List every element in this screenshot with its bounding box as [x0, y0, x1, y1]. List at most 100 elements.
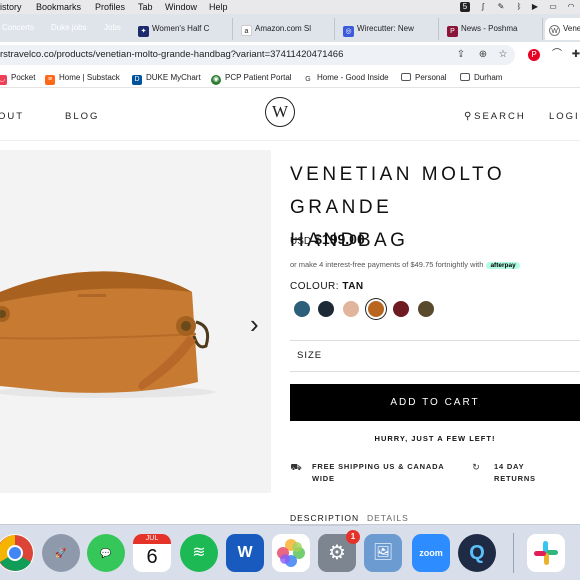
tab-group-duke-jobs[interactable]: Duke jobs: [46, 21, 92, 34]
bookmark-duke-mychart[interactable]: D DUKE MyChart: [132, 68, 201, 88]
tab-label: Women's Half C: [152, 24, 210, 33]
url-text[interactable]: rstravelco.co/products/venetian-molto-gr…: [0, 45, 343, 65]
swatch-teal[interactable]: [294, 301, 310, 317]
bookmark-label: Home | Substack: [59, 73, 120, 82]
bookmark-label: DUKE MyChart: [146, 73, 201, 82]
battery-icon[interactable]: ▭: [545, 2, 561, 12]
bookmark-pocket[interactable]: ◡ Pocket: [0, 68, 35, 88]
calendar-icon[interactable]: JUL 6: [133, 534, 171, 572]
colour-value: TAN: [342, 281, 364, 292]
afterpay-badge[interactable]: afterpay: [486, 262, 520, 269]
returns-icon: ↻: [472, 462, 480, 472]
free-shipping-text: FREE SHIPPING US & CANADA WIDE: [312, 462, 445, 483]
toolbar: rstravelco.co/products/venetian-molto-gr…: [0, 42, 580, 68]
size-selector[interactable]: SIZE: [290, 340, 580, 372]
bookmark-star-icon[interactable]: ☆: [497, 49, 509, 61]
bookmark-label: Pocket: [11, 73, 36, 82]
menu-window[interactable]: Window: [165, 0, 197, 14]
word-icon[interactable]: W: [226, 534, 264, 572]
bookmark-label: Personal: [415, 73, 447, 82]
tab-group-jobs[interactable]: Jobs: [99, 21, 126, 34]
price-currency: USD: [290, 236, 312, 247]
slack-icon[interactable]: [527, 534, 565, 572]
amazon-icon: a: [241, 25, 252, 36]
colour-label-text: COLOUR:: [290, 281, 340, 292]
stock-warning: HURRY, JUST A FEW LEFT!: [374, 434, 496, 443]
bookmark-label: PCP Patient Portal: [225, 73, 292, 82]
nav-login[interactable]: LOGIN: [549, 111, 580, 122]
nav-blog[interactable]: BLOG: [65, 111, 99, 122]
w-logo-icon: W: [549, 25, 560, 36]
pinterest-icon[interactable]: P: [528, 49, 540, 61]
wifi-icon[interactable]: ◠: [566, 2, 576, 12]
share-icon[interactable]: ⇪: [455, 49, 467, 61]
bookmark-substack[interactable]: ≡ Home | Substack: [45, 68, 120, 88]
menu-bookmarks[interactable]: Bookmarks: [36, 0, 81, 14]
extension-icon[interactable]: ⊕: [477, 49, 489, 61]
tab-wirecutter[interactable]: ◎ Wirecutter: New: [339, 18, 439, 40]
bookmark-pcp-portal[interactable]: ◉ PCP Patient Portal: [211, 68, 292, 88]
stylus-icon[interactable]: ∫: [478, 2, 488, 12]
browser-window: istory Bookmarks Profiles Tab Window Hel…: [0, 0, 580, 580]
swatch-blush[interactable]: [343, 301, 359, 317]
product-price: USD $199.00: [290, 231, 365, 249]
portal-icon: ◉: [211, 75, 221, 85]
arc-icon[interactable]: ⌒: [551, 49, 563, 61]
calendar-day: 6: [146, 546, 158, 568]
pencil-icon[interactable]: ✎: [496, 2, 506, 12]
messages-icon[interactable]: 💬: [87, 534, 125, 572]
nav-about[interactable]: OUT: [0, 111, 24, 122]
5-badge-icon[interactable]: 5: [460, 2, 470, 12]
site-header: OUT BLOG W ⚲ SEARCH LOGIN: [0, 89, 580, 141]
tab-details[interactable]: DETAILS: [367, 513, 409, 523]
next-image-arrow-icon[interactable]: ›: [250, 309, 270, 339]
tab-poshmark[interactable]: P News - Poshma: [443, 18, 543, 40]
colour-label: COLOUR: TAN: [290, 281, 364, 292]
zoom-icon[interactable]: zoom: [412, 534, 450, 572]
swatch-olive[interactable]: [418, 301, 434, 317]
play-icon[interactable]: ▶: [530, 2, 540, 12]
add-to-cart-button[interactable]: ADD TO CART: [290, 384, 580, 421]
menu-history[interactable]: istory: [0, 0, 22, 14]
bookmark-folder-durham[interactable]: Durham: [460, 68, 502, 88]
photos-icon[interactable]: [272, 534, 310, 572]
photos-pinwheel: [277, 539, 305, 567]
folder-icon: [401, 73, 411, 81]
bird-icon: ✦: [138, 26, 149, 37]
notification-badge: 1: [346, 530, 360, 544]
puzzle-icon[interactable]: ✚: [570, 49, 580, 61]
bookmark-label: Home - Good Inside: [317, 73, 389, 82]
tab-label: Wirecutter: New: [357, 24, 414, 33]
tab-group-concerts[interactable]: Concerts: [0, 21, 39, 34]
tab-womens-half[interactable]: ✦ Women's Half C: [133, 18, 233, 40]
dock-separator: [513, 533, 514, 573]
site-logo[interactable]: W: [265, 97, 295, 127]
swatch-navy[interactable]: [318, 301, 334, 317]
pocket-icon: ◡: [0, 75, 7, 85]
slack-logo: [534, 541, 558, 565]
swatch-tan-selected[interactable]: [368, 301, 384, 317]
quicktime-icon[interactable]: Q: [458, 534, 496, 572]
tab-amazon[interactable]: a Amazon.com Sl: [237, 18, 335, 40]
nav-search[interactable]: ⚲ SEARCH: [464, 111, 526, 122]
launchpad-icon[interactable]: 🚀: [42, 534, 80, 572]
menu-tab[interactable]: Tab: [138, 0, 153, 14]
tab-strip: Concerts Duke jobs Jobs ✦ Women's Half C …: [0, 14, 580, 42]
preview-icon[interactable]: 🖼: [364, 534, 402, 572]
bluetooth-icon[interactable]: ᛒ: [514, 2, 524, 12]
afterpay-message: or make 4 interest-free payments of $49.…: [290, 260, 520, 269]
tab-label: Amazon.com Sl: [255, 24, 312, 33]
tab-label: News - Poshma: [461, 24, 518, 33]
address-bar[interactable]: rstravelco.co/products/venetian-molto-gr…: [0, 45, 515, 65]
product-image[interactable]: [0, 150, 271, 493]
spotify-icon[interactable]: ≋: [180, 534, 218, 572]
menu-help[interactable]: Help: [209, 0, 228, 14]
menu-profiles[interactable]: Profiles: [95, 0, 125, 14]
poshmark-icon: P: [447, 26, 458, 37]
bookmark-good-inside[interactable]: G Home - Good Inside: [303, 68, 389, 88]
tab-venetian-active[interactable]: W Vene: [545, 18, 580, 40]
swatch-burgundy[interactable]: [393, 301, 409, 317]
bookmark-folder-personal[interactable]: Personal: [401, 68, 447, 88]
tab-label: Vene: [563, 24, 580, 33]
substack-icon: ≡: [45, 75, 55, 85]
